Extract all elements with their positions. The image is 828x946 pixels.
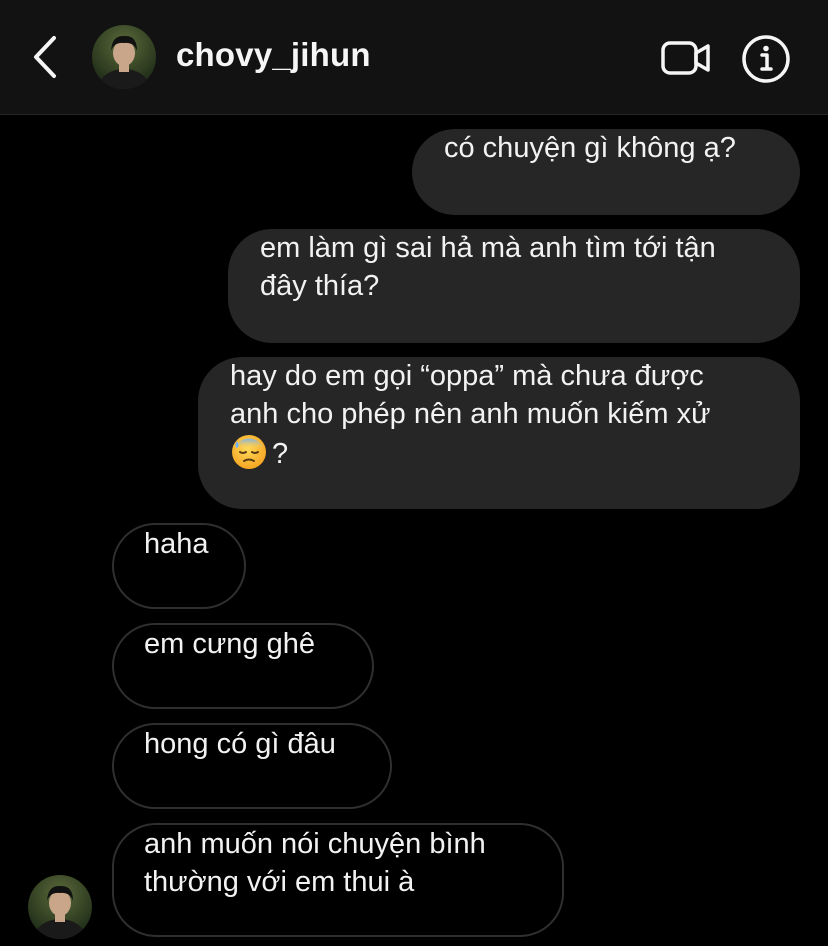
info-button[interactable] bbox=[738, 33, 794, 85]
message-incoming[interactable]: em cưng ghê bbox=[112, 623, 374, 709]
downcast-face-with-sweat-icon bbox=[232, 435, 266, 469]
message-incoming[interactable]: haha bbox=[112, 523, 246, 609]
message-text: anh cho phép nên anh muốn kiếm xử bbox=[230, 398, 711, 430]
video-camera-icon bbox=[661, 41, 710, 75]
profile-avatar[interactable] bbox=[92, 25, 156, 89]
sender-avatar[interactable] bbox=[28, 875, 92, 939]
message-text: hong có gì đâu bbox=[144, 728, 336, 760]
chevron-left-icon bbox=[34, 36, 56, 78]
message-incoming[interactable]: anh muốn nói chuyện bình thường với em t… bbox=[112, 823, 564, 937]
message-text: anh muốn nói chuyện bình bbox=[144, 828, 486, 860]
chat-username[interactable]: chovy_jihun bbox=[176, 36, 371, 74]
message-outgoing[interactable]: em làm gì sai hả mà anh tìm tới tận đây … bbox=[228, 229, 800, 343]
message-text: đây thía? bbox=[260, 270, 380, 302]
message-outgoing[interactable]: hay do em gọi “oppa” mà chưa được anh ch… bbox=[198, 357, 800, 509]
message-text: haha bbox=[144, 528, 209, 560]
message-text-last-line: ? bbox=[230, 433, 768, 473]
message-incoming[interactable]: hong có gì đâu bbox=[112, 723, 392, 809]
message-text: thường với em thui à bbox=[144, 866, 415, 898]
message-text: có chuyện gì không ạ? bbox=[444, 132, 736, 164]
chat-header: chovy_jihun bbox=[0, 0, 828, 115]
back-button[interactable] bbox=[22, 32, 68, 82]
info-icon bbox=[742, 35, 790, 83]
message-text: em làm gì sai hả mà anh tìm tới tận bbox=[260, 232, 716, 264]
avatar-image bbox=[92, 25, 156, 89]
message-text: em cưng ghê bbox=[144, 628, 315, 660]
message-text: ? bbox=[272, 438, 289, 470]
avatar-image bbox=[28, 875, 92, 939]
message-text: hay do em gọi “oppa” mà chưa được bbox=[230, 360, 704, 392]
chat-screen: chovy_jihun có chuyện gì không ạ? em làm… bbox=[0, 0, 828, 946]
video-call-button[interactable] bbox=[656, 34, 716, 82]
message-outgoing[interactable]: có chuyện gì không ạ? bbox=[412, 129, 800, 215]
